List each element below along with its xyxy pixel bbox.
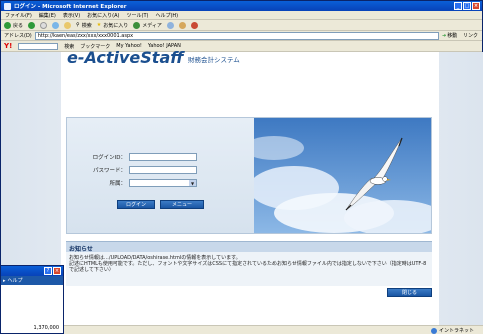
back-label: 戻る	[13, 22, 24, 29]
popup-body: 1,370,000	[1, 285, 63, 333]
app-subtitle: 財務会計システム	[188, 56, 240, 64]
address-label: アドレス(D)	[4, 33, 32, 39]
affiliation-row: 所属： ▼	[67, 179, 197, 187]
notice-text-2: 記述にHTMLも使用可能です。ただし、フォントや文字サイズはCSSにて指定されて…	[69, 261, 427, 273]
media-label: メディア	[142, 22, 162, 29]
zone-label: イントラネット	[438, 328, 474, 334]
print-icon[interactable]	[190, 21, 198, 29]
menu-view[interactable]: 表示(V)	[63, 12, 80, 19]
notice-body: お知らせ情報は…/UPLOAD/DATA/oshirase.htmlの情報を表示…	[66, 252, 432, 286]
menu-edit[interactable]: 編集(E)	[39, 12, 56, 19]
popup-title-bar: ? ×	[1, 266, 63, 276]
search-button[interactable]: ⚲ 検索	[76, 22, 92, 29]
chevron-down-icon: ▼	[189, 180, 196, 186]
yahoo-logo[interactable]: Y!	[4, 42, 12, 50]
popup-close-button[interactable]: ×	[53, 267, 61, 275]
favorites-button[interactable]: ★ お気に入り	[97, 22, 129, 29]
address-url: http://kaen/eas/zxx/xxx/xxx0001.aspx	[37, 32, 134, 39]
menu-file[interactable]: ファイル(F)	[5, 12, 32, 19]
links-button[interactable]: リンク	[463, 32, 478, 39]
stop-icon[interactable]	[40, 21, 48, 29]
address-bar: アドレス(D) http://kaen/eas/zxx/xxx/xxx0001.…	[1, 31, 482, 41]
popup-amount: 1,370,000	[33, 325, 59, 331]
toolbar: 戻る ⚲ 検索 ★ お気に入り メディア	[1, 20, 482, 31]
history-icon[interactable]	[166, 21, 174, 29]
menu-help[interactable]: ヘルプ(H)	[155, 12, 178, 19]
intranet-icon	[430, 327, 437, 334]
popup-help-button[interactable]: ヘルプ	[8, 277, 23, 284]
password-label: パスワード：	[92, 168, 126, 174]
popup-help-icon[interactable]: ?	[44, 267, 52, 275]
yahoo-search-input[interactable]	[18, 42, 59, 50]
search-icon: ⚲	[76, 22, 80, 28]
close-notice-button[interactable]: 閉じる	[387, 288, 432, 297]
status-bar: イントラネット	[1, 325, 483, 334]
login-id-row: ログインID：	[67, 153, 197, 161]
menu-favorites[interactable]: お気に入り(A)	[87, 12, 119, 19]
affiliation-label: 所属：	[109, 181, 126, 187]
notice-header: お知らせ	[66, 241, 432, 253]
address-input[interactable]: http://kaen/eas/zxx/xxx/xxx0001.aspx	[34, 31, 439, 40]
window-title: ログイン - Microsoft Internet Explorer	[14, 4, 127, 10]
go-button[interactable]: ➜ 移動	[441, 32, 460, 40]
refresh-icon[interactable]	[52, 21, 60, 29]
password-row: パスワード：	[67, 166, 197, 174]
back-button[interactable]: 戻る	[4, 21, 24, 29]
star-icon: ★	[96, 22, 102, 28]
browser-window: ログイン - Microsoft Internet Explorer _ □ ×…	[0, 0, 483, 334]
window-controls: _ □ ×	[454, 2, 480, 10]
popup-toolbar: ▸ ヘルプ	[1, 276, 63, 285]
security-zone: イントラネット	[430, 327, 474, 334]
background-window: ? × ▸ ヘルプ 1,370,000	[0, 265, 64, 334]
media-button[interactable]: メディア	[133, 21, 162, 29]
ie-icon	[4, 2, 11, 10]
go-arrow-icon: ➜	[441, 32, 447, 39]
menu-tools[interactable]: ツール(T)	[127, 12, 149, 19]
mail-icon[interactable]	[178, 21, 186, 29]
login-id-input[interactable]	[129, 153, 197, 161]
popup-nav-icon[interactable]: ▸	[3, 278, 6, 284]
password-input[interactable]	[129, 166, 197, 174]
login-button[interactable]: ログイン	[117, 200, 155, 209]
affiliation-select[interactable]: ▼	[129, 179, 197, 187]
home-icon[interactable]	[64, 21, 72, 29]
menu-bar: ファイル(F) 編集(E) 表示(V) お気に入り(A) ツール(T) ヘルプ(…	[1, 11, 482, 20]
favorites-label: お気に入り	[103, 22, 129, 29]
seagull-photo	[254, 118, 431, 233]
back-arrow-icon	[4, 21, 11, 29]
title-bar: ログイン - Microsoft Internet Explorer _ □ ×	[1, 1, 482, 11]
search-label: 検索	[81, 22, 92, 29]
forward-arrow-icon[interactable]	[28, 21, 36, 29]
app-logo: e-ActiveStaff	[67, 48, 184, 67]
minimize-button[interactable]: _	[454, 2, 462, 10]
go-label: 移動	[447, 33, 458, 39]
menu-button[interactable]: メニュー	[160, 200, 204, 209]
login-id-label: ログインID：	[92, 155, 126, 161]
media-icon	[133, 21, 141, 29]
close-button[interactable]: ×	[472, 2, 480, 10]
maximize-button[interactable]: □	[463, 2, 471, 10]
